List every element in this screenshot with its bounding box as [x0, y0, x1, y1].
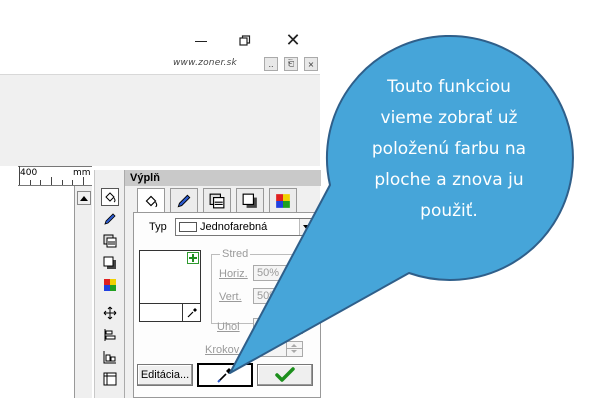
- horiz-stepper[interactable]: [286, 266, 302, 280]
- color-grid-icon[interactable]: [101, 276, 119, 294]
- center-group-title: Stred: [220, 248, 251, 260]
- texture-icon[interactable]: [101, 232, 119, 250]
- website-label: www.zoner.sk: [173, 58, 237, 68]
- checkmark-icon: [275, 367, 295, 382]
- outline-tab[interactable]: [170, 188, 198, 212]
- horiz-spinner[interactable]: 50%: [253, 265, 303, 281]
- more-button[interactable]: ..: [264, 57, 278, 71]
- chevron-down-icon[interactable]: [299, 219, 314, 235]
- preview-toolbar: [139, 304, 201, 322]
- vert-label: Vert.: [219, 291, 242, 303]
- frame-icon[interactable]: [101, 370, 119, 388]
- vert-spinner[interactable]: 50%: [253, 288, 303, 304]
- fill-bucket-icon: [145, 195, 158, 208]
- window-controls: ✕: [186, 30, 310, 52]
- type-label: Typ: [149, 221, 167, 233]
- steps-value: 10: [257, 343, 270, 355]
- callout-line: položenú farbu na: [371, 139, 527, 159]
- fill-panel: Výplň Typ Jednofarebná Stred Horiz. 50% …: [124, 170, 321, 398]
- canvas-area: [0, 74, 320, 166]
- callout-line: použiť.: [420, 201, 478, 221]
- angle-label: Uhol: [217, 321, 240, 333]
- callout-line: vieme zobrať už: [380, 108, 518, 128]
- ruler-number: 400: [20, 168, 38, 178]
- minimize-button[interactable]: [190, 30, 212, 52]
- fill-type-select[interactable]: Jednofarebná: [175, 218, 315, 236]
- distribute-icon[interactable]: [101, 348, 119, 366]
- horiz-value: 50%: [257, 267, 280, 279]
- fill-bucket-icon[interactable]: [101, 188, 119, 206]
- panel-title: Výplň: [125, 170, 321, 186]
- pen-icon[interactable]: [101, 210, 119, 228]
- document-toolbar: www.zoner.sk .. ⎗ ×: [166, 56, 320, 72]
- angle-stepper[interactable]: [286, 319, 302, 333]
- restore-button[interactable]: [234, 30, 256, 52]
- callout-line: Touto funkciou: [387, 77, 511, 97]
- shadow-icon[interactable]: [101, 254, 119, 272]
- steps-stepper[interactable]: [286, 342, 302, 356]
- pen-icon: [177, 194, 191, 207]
- doc-close-button[interactable]: ×: [304, 57, 318, 71]
- scroll-up-button[interactable]: [77, 191, 91, 205]
- vert-value: 50%: [257, 290, 280, 302]
- angle-spinner[interactable]: 0: [253, 318, 303, 334]
- transparency-tab[interactable]: [203, 188, 231, 212]
- callout-text: Touto funkciou vieme zobrať už položenú …: [341, 72, 557, 227]
- ruler-unit: mm: [73, 168, 91, 178]
- callout-line: ploche a znova ju: [374, 170, 524, 190]
- move-icon[interactable]: [101, 304, 119, 322]
- vert-stepper[interactable]: [286, 289, 302, 303]
- horizontal-ruler: 400 mm: [18, 166, 92, 186]
- add-color-button[interactable]: [187, 252, 199, 264]
- panel-icon-bar: [94, 170, 124, 398]
- panel-tabs: [137, 188, 321, 213]
- steps-spinner[interactable]: 10: [253, 341, 303, 357]
- texture-icon: [209, 193, 225, 208]
- steps-label: Krokov: [205, 344, 240, 356]
- horiz-label: Horiz.: [219, 268, 248, 280]
- color-swatch: [179, 222, 197, 232]
- fill-tab[interactable]: [137, 188, 165, 213]
- restore-icon: [239, 35, 251, 46]
- shadow-icon: [242, 193, 257, 208]
- angle-value: 0: [257, 320, 264, 332]
- vertical-scrollbar[interactable]: [74, 186, 92, 398]
- fill-preview: [139, 250, 201, 304]
- palette-tab[interactable]: [269, 188, 297, 212]
- eyedropper-icon: [217, 368, 232, 383]
- color-grid-icon: [276, 193, 290, 208]
- eyedropper-small-icon[interactable]: [182, 304, 200, 321]
- doc-restore-button[interactable]: ⎗: [284, 57, 298, 71]
- fill-type-value: Jednofarebná: [200, 221, 268, 233]
- close-button[interactable]: ✕: [282, 30, 304, 52]
- eyedropper-button[interactable]: [197, 363, 253, 387]
- shadow-tab[interactable]: [236, 188, 264, 212]
- confirm-button[interactable]: [257, 364, 313, 386]
- edit-button[interactable]: Editácia...: [137, 364, 193, 386]
- align-icon[interactable]: [101, 326, 119, 344]
